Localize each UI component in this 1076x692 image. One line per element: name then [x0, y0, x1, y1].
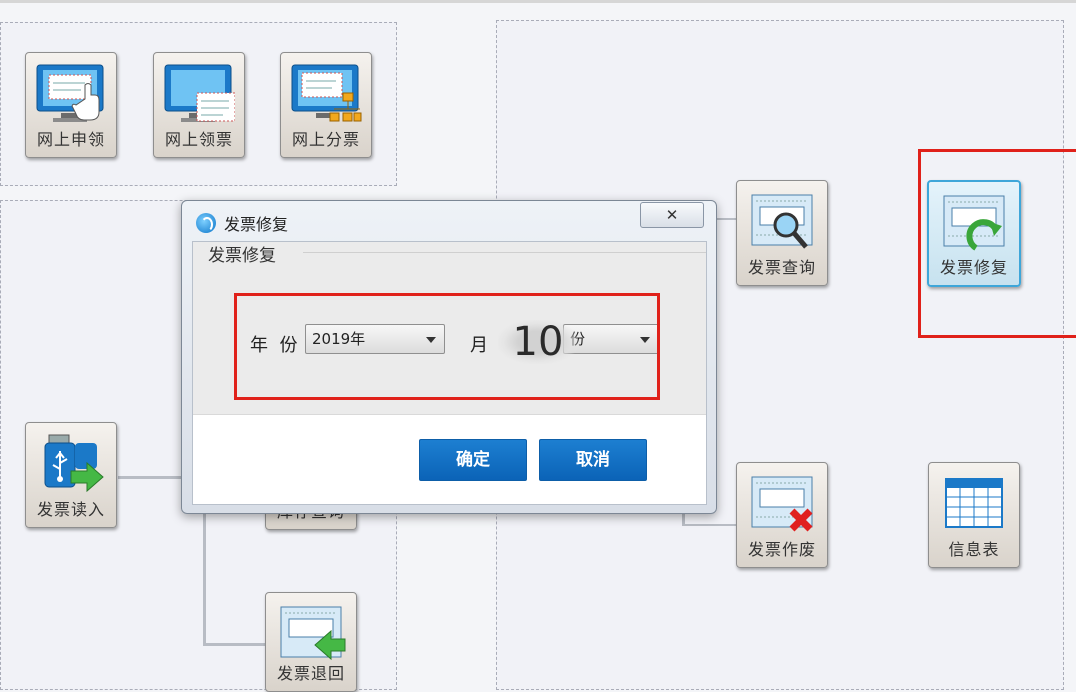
invoice-query-button[interactable]: 发票查询	[736, 180, 828, 286]
online-receive-label: 网上领票	[164, 130, 233, 149]
info-table-button[interactable]: 信息表	[928, 462, 1020, 568]
usb-import-icon	[44, 434, 104, 493]
online-distribute-label: 网上分票	[291, 130, 360, 149]
invoice-query-label: 发票查询	[747, 258, 816, 277]
close-button[interactable]: ✕	[640, 202, 704, 228]
invoice-read-button[interactable]: 发票读入	[25, 422, 117, 528]
connector-vertical	[203, 510, 206, 645]
invoice-read-label: 发票读入	[36, 500, 105, 519]
online-distribute-button[interactable]: 网上分票	[280, 52, 372, 158]
invoice-return-button[interactable]: 发票退回	[265, 592, 357, 692]
group-divider	[303, 252, 706, 253]
online-apply-button[interactable]: 网上申领	[25, 52, 117, 158]
invoice-search-icon	[751, 194, 813, 249]
monitor-tree-icon	[291, 64, 362, 122]
connector-return	[203, 643, 265, 646]
monitor-ticket-icon	[164, 64, 235, 122]
info-table-label: 信息表	[948, 540, 1000, 559]
invoice-void-label: 发票作废	[747, 540, 816, 559]
table-grid-icon	[945, 478, 1003, 528]
connector-void-h	[682, 524, 737, 526]
group-title: 发票修复	[208, 246, 276, 266]
invoice-return-label: 发票退回	[276, 664, 345, 683]
date-fields-highlight-box	[234, 293, 660, 400]
dialog-title: 发票修复	[224, 215, 289, 234]
repair-highlight-box	[918, 149, 1076, 338]
cancel-button[interactable]: 取消	[539, 439, 647, 481]
ok-button[interactable]: 确定	[419, 439, 527, 481]
invoice-void-icon	[751, 476, 813, 532]
app-logo-icon	[196, 213, 216, 233]
online-receive-button[interactable]: 网上领票	[153, 52, 245, 158]
top-border	[0, 0, 1076, 3]
monitor-hand-icon	[36, 64, 104, 122]
invoice-void-button[interactable]: 发票作废	[736, 462, 828, 568]
online-apply-label: 网上申领	[36, 130, 105, 149]
connector-query	[717, 218, 737, 220]
